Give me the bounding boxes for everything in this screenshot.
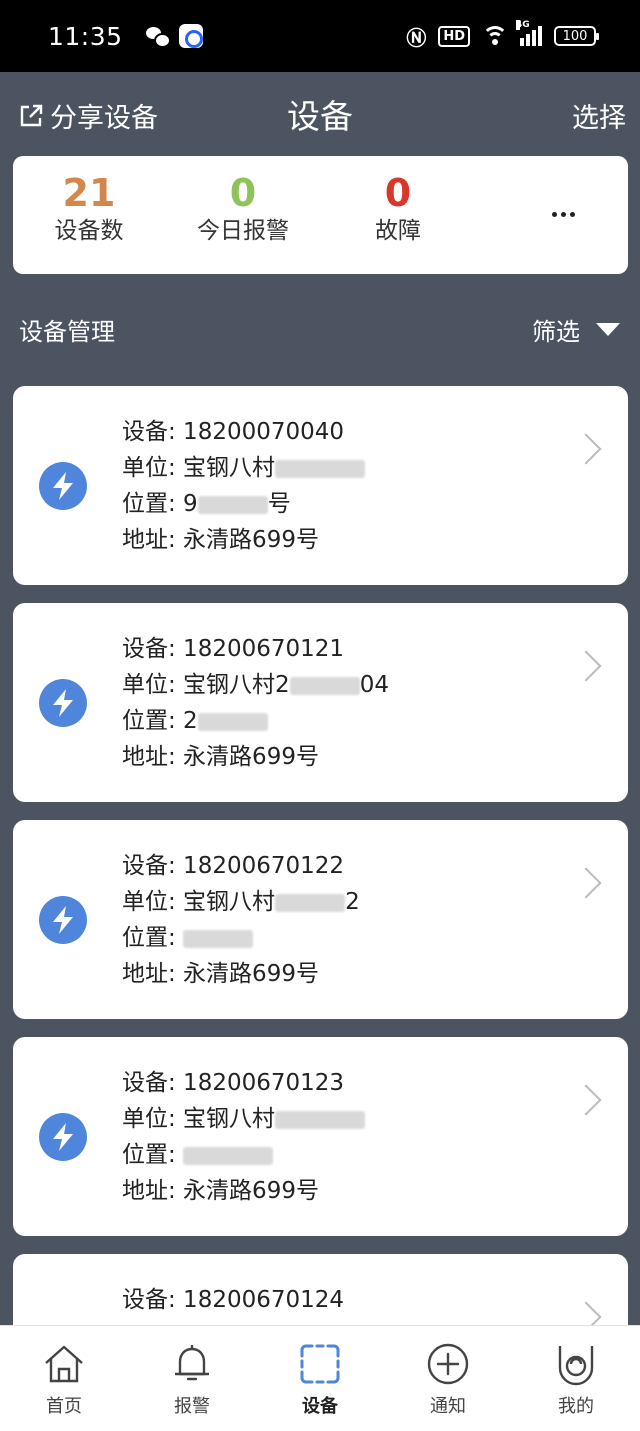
device-card[interactable]: 设备: 18200670123 单位: 宝钢八村 位置: 地址: 永清路699号 bbox=[13, 1037, 628, 1236]
baidu-icon bbox=[178, 24, 203, 48]
header: 分享设备 设备 选择 bbox=[0, 72, 640, 154]
device-address: 地址: 永清路699号 bbox=[122, 527, 319, 553]
stat-label: 今日报警 bbox=[197, 218, 289, 244]
device-id: 设备: 18200670124 bbox=[122, 1287, 345, 1313]
device-info: 设备: 18200670123 单位: 宝钢八村 位置: 地址: 永清路699号 bbox=[122, 1065, 366, 1209]
wechat-icon bbox=[145, 24, 171, 48]
chevron-right-icon bbox=[570, 433, 602, 465]
stat-label: 设备数 bbox=[54, 218, 124, 244]
tab-devices[interactable]: 设备 bbox=[256, 1326, 384, 1431]
scan-frame-icon bbox=[300, 1344, 340, 1384]
more-button[interactable] bbox=[535, 194, 591, 234]
profile-icon bbox=[558, 1346, 594, 1386]
filter-label: 筛选 bbox=[532, 318, 580, 346]
notification-icons bbox=[145, 24, 203, 48]
hd-badge: HD bbox=[438, 25, 470, 47]
filter-button[interactable]: 筛选 bbox=[532, 312, 620, 347]
device-address: 地址: 永清路699号 bbox=[122, 961, 319, 987]
home-icon bbox=[45, 1345, 83, 1383]
device-id: 设备: 18200670122 bbox=[122, 853, 345, 879]
chevron-right-icon bbox=[570, 1084, 602, 1116]
stat-value: 21 bbox=[62, 171, 116, 215]
device-card[interactable]: 设备: 18200070040 单位: 宝钢八村 位置: 9号 地址: 永清路6… bbox=[13, 386, 628, 585]
lightning-icon bbox=[39, 679, 87, 727]
tab-home[interactable]: 首页 bbox=[0, 1326, 128, 1431]
nfc-icon: Ⓝ bbox=[406, 25, 427, 50]
bell-icon bbox=[175, 1345, 209, 1381]
caret-down-icon bbox=[596, 323, 620, 336]
device-card[interactable]: 设备: 18200670122 单位: 宝钢八村 2 位置: 地址: 永清路699… bbox=[13, 820, 628, 1019]
battery-icon: 100 bbox=[554, 26, 599, 46]
system-icons: Ⓝ HD 4G 100 bbox=[406, 20, 599, 51]
select-button[interactable]: 选择 bbox=[572, 96, 626, 135]
device-location: 位置: bbox=[122, 1137, 365, 1173]
device-id: 设备: 18200070040 bbox=[122, 419, 345, 445]
share-icon bbox=[20, 104, 43, 126]
stat-value: 0 bbox=[229, 171, 257, 215]
device-location: 位置: 2 bbox=[122, 703, 389, 739]
tab-notice[interactable]: 通知 bbox=[384, 1326, 512, 1431]
tab-mine[interactable]: 我的 bbox=[512, 1326, 640, 1431]
tab-alarm[interactable]: 报警 bbox=[128, 1326, 256, 1431]
device-unit: 单位: 宝钢八村 2 bbox=[122, 889, 360, 915]
device-location: 位置: bbox=[122, 920, 360, 956]
stat-device-count[interactable]: 21 设备数 bbox=[51, 170, 127, 246]
device-unit: 单位: 宝钢八村 bbox=[122, 1101, 366, 1137]
plus-circle-icon bbox=[427, 1343, 469, 1385]
device-info: 设备: 18200670124 bbox=[122, 1282, 344, 1318]
summary-card: 21 设备数 0 今日报警 0 故障 bbox=[13, 156, 628, 274]
network-type: 4G bbox=[516, 20, 530, 30]
chevron-right-icon bbox=[570, 650, 602, 682]
tab-label: 首页 bbox=[46, 1396, 82, 1417]
lightning-icon bbox=[39, 896, 87, 944]
device-address: 地址: 永清路699号 bbox=[122, 744, 319, 770]
stat-faults[interactable]: 0 故障 bbox=[370, 170, 426, 246]
device-location: 位置: 9号 bbox=[122, 491, 291, 517]
device-unit: 单位: 宝钢八村2 04 bbox=[122, 672, 389, 698]
tab-label: 通知 bbox=[430, 1396, 466, 1417]
device-unit: 单位: 宝钢八村 bbox=[122, 450, 366, 486]
lightning-icon bbox=[39, 1113, 87, 1161]
stat-label: 故障 bbox=[375, 218, 421, 244]
stat-today-alarms[interactable]: 0 今日报警 bbox=[193, 170, 293, 246]
status-time: 11:35 bbox=[48, 21, 123, 51]
lightning-icon bbox=[39, 462, 87, 510]
tab-label: 我的 bbox=[558, 1396, 594, 1417]
device-address: 地址: 永清路699号 bbox=[122, 1178, 319, 1204]
device-info: 设备: 18200070040 单位: 宝钢八村 位置: 9号 地址: 永清路6… bbox=[122, 414, 366, 558]
share-device-label: 分享设备 bbox=[50, 103, 158, 134]
device-id: 设备: 18200670123 bbox=[122, 1070, 345, 1096]
tab-label: 报警 bbox=[174, 1396, 210, 1417]
section-bar: 设备管理 筛选 bbox=[0, 300, 640, 354]
wifi-icon bbox=[482, 26, 508, 46]
device-info: 设备: 18200670121 单位: 宝钢八村2 04 位置: 2 地址: 永清… bbox=[122, 631, 389, 775]
tab-label: 设备 bbox=[302, 1396, 338, 1417]
bottom-tab-bar: 首页 报警 设备 通知 我的 bbox=[0, 1325, 640, 1431]
app-screen: 11:35 Ⓝ HD 4G 100 分享设备 设备 选择 21 设备数 0 今日… bbox=[0, 0, 640, 1431]
device-info: 设备: 18200670122 单位: 宝钢八村 2 位置: 地址: 永清路699… bbox=[122, 848, 360, 992]
device-id: 设备: 18200670121 bbox=[122, 636, 345, 662]
section-title: 设备管理 bbox=[19, 318, 115, 346]
device-card[interactable]: 设备: 18200670121 单位: 宝钢八村2 04 位置: 2 地址: 永清… bbox=[13, 603, 628, 802]
ellipsis-icon bbox=[551, 211, 557, 217]
chevron-right-icon bbox=[570, 867, 602, 899]
share-device-button[interactable]: 分享设备 bbox=[18, 96, 158, 135]
status-bar: 11:35 Ⓝ HD 4G 100 bbox=[0, 0, 640, 72]
stat-value: 0 bbox=[384, 171, 412, 215]
signal-icon: 4G bbox=[516, 20, 542, 46]
